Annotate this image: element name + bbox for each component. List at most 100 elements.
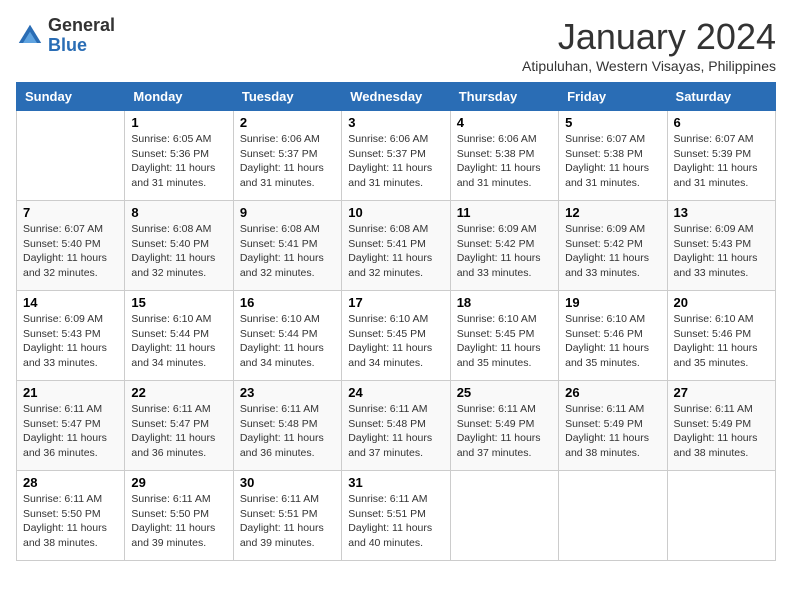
calendar-day-cell: 13 Sunrise: 6:09 AMSunset: 5:43 PMDayligh…	[667, 201, 775, 291]
day-info: Sunrise: 6:06 AMSunset: 5:37 PMDaylight:…	[240, 132, 335, 191]
weekday-header-cell: Friday	[559, 83, 667, 111]
day-number: 13	[674, 205, 769, 220]
day-number: 9	[240, 205, 335, 220]
day-number: 8	[131, 205, 226, 220]
day-number: 31	[348, 475, 443, 490]
day-number: 27	[674, 385, 769, 400]
day-number: 10	[348, 205, 443, 220]
day-number: 19	[565, 295, 660, 310]
calendar-day-cell: 26Sunrise: 6:11 AMSunset: 5:49 PMDayligh…	[559, 381, 667, 471]
calendar-day-cell: 5Sunrise: 6:07 AMSunset: 5:38 PMDaylight…	[559, 111, 667, 201]
day-info: Sunrise: 6:11 AMSunset: 5:48 PMDaylight:…	[348, 402, 443, 461]
calendar-day-cell: 20 Sunrise: 6:10 AMSunset: 5:46 PMDayligh…	[667, 291, 775, 381]
day-info: Sunrise: 6:08 AMSunset: 5:41 PMDaylight:…	[240, 222, 335, 281]
calendar-week-row: 1Sunrise: 6:05 AMSunset: 5:36 PMDaylight…	[17, 111, 776, 201]
day-info: Sunrise: 6:10 AMSunset: 5:46 PMDaylight:…	[565, 312, 660, 371]
weekday-header-cell: Wednesday	[342, 83, 450, 111]
day-info: Sunrise: 6:10 AMSunset: 5:45 PMDaylight:…	[457, 312, 552, 371]
calendar-day-cell	[559, 471, 667, 561]
title-block: January 2024 Atipuluhan, Western Visayas…	[522, 16, 776, 74]
day-info: Sunrise: 6:08 AMSunset: 5:40 PMDaylight:…	[131, 222, 226, 281]
day-info: Sunrise: 6:07 AMSunset: 5:40 PMDaylight:…	[23, 222, 118, 281]
day-number: 21	[23, 385, 118, 400]
calendar-day-cell	[450, 471, 558, 561]
day-number: 7	[23, 205, 118, 220]
calendar-day-cell: 9 Sunrise: 6:08 AMSunset: 5:41 PMDaylight…	[233, 201, 341, 291]
calendar-day-cell: 21 Sunrise: 6:11 AMSunset: 5:47 PMDayligh…	[17, 381, 125, 471]
calendar-day-cell: 22Sunrise: 6:11 AMSunset: 5:47 PMDayligh…	[125, 381, 233, 471]
day-number: 4	[457, 115, 552, 130]
calendar-day-cell: 31 Sunrise: 6:11 AMSunset: 5:51 PMDayligh…	[342, 471, 450, 561]
calendar-day-cell: 16 Sunrise: 6:10 AMSunset: 5:44 PMDayligh…	[233, 291, 341, 381]
calendar-day-cell: 2Sunrise: 6:06 AMSunset: 5:37 PMDaylight…	[233, 111, 341, 201]
day-info: Sunrise: 6:08 AMSunset: 5:41 PMDaylight:…	[348, 222, 443, 281]
calendar-day-cell: 19 Sunrise: 6:10 AMSunset: 5:46 PMDayligh…	[559, 291, 667, 381]
weekday-header-cell: Tuesday	[233, 83, 341, 111]
day-info: Sunrise: 6:06 AMSunset: 5:37 PMDaylight:…	[348, 132, 443, 191]
day-number: 26	[565, 385, 660, 400]
day-number: 11	[457, 205, 552, 220]
calendar-week-row: 14Sunrise: 6:09 AMSunset: 5:43 PMDayligh…	[17, 291, 776, 381]
calendar-day-cell: 3Sunrise: 6:06 AMSunset: 5:37 PMDaylight…	[342, 111, 450, 201]
logo-text: General Blue	[48, 16, 115, 56]
weekday-header-cell: Saturday	[667, 83, 775, 111]
day-number: 18	[457, 295, 552, 310]
calendar-day-cell: 18 Sunrise: 6:10 AMSunset: 5:45 PMDayligh…	[450, 291, 558, 381]
day-info: Sunrise: 6:10 AMSunset: 5:44 PMDaylight:…	[240, 312, 335, 371]
calendar-title: January 2024	[522, 16, 776, 58]
day-number: 29	[131, 475, 226, 490]
calendar-subtitle: Atipuluhan, Western Visayas, Philippines	[522, 58, 776, 74]
day-info: Sunrise: 6:10 AMSunset: 5:46 PMDaylight:…	[674, 312, 769, 371]
calendar-day-cell: 4 Sunrise: 6:06 AMSunset: 5:38 PMDaylight…	[450, 111, 558, 201]
logo-icon	[16, 22, 44, 50]
calendar-day-cell	[667, 471, 775, 561]
day-number: 16	[240, 295, 335, 310]
day-info: Sunrise: 6:11 AMSunset: 5:50 PMDaylight:…	[131, 492, 226, 551]
calendar-day-cell: 11 Sunrise: 6:09 AMSunset: 5:42 PMDayligh…	[450, 201, 558, 291]
day-info: Sunrise: 6:11 AMSunset: 5:51 PMDaylight:…	[240, 492, 335, 551]
day-info: Sunrise: 6:11 AMSunset: 5:47 PMDaylight:…	[131, 402, 226, 461]
day-number: 28	[23, 475, 118, 490]
logo: General Blue	[16, 16, 115, 56]
weekday-header-cell: Monday	[125, 83, 233, 111]
day-info: Sunrise: 6:11 AMSunset: 5:49 PMDaylight:…	[674, 402, 769, 461]
day-number: 24	[348, 385, 443, 400]
calendar-table: SundayMondayTuesdayWednesdayThursdayFrid…	[16, 82, 776, 561]
day-info: Sunrise: 6:11 AMSunset: 5:50 PMDaylight:…	[23, 492, 118, 551]
day-number: 17	[348, 295, 443, 310]
calendar-week-row: 28 Sunrise: 6:11 AMSunset: 5:50 PMDayligh…	[17, 471, 776, 561]
day-number: 6	[674, 115, 769, 130]
calendar-week-row: 7 Sunrise: 6:07 AMSunset: 5:40 PMDaylight…	[17, 201, 776, 291]
calendar-day-cell: 29 Sunrise: 6:11 AMSunset: 5:50 PMDayligh…	[125, 471, 233, 561]
day-number: 20	[674, 295, 769, 310]
weekday-header-row: SundayMondayTuesdayWednesdayThursdayFrid…	[17, 83, 776, 111]
calendar-day-cell: 28 Sunrise: 6:11 AMSunset: 5:50 PMDayligh…	[17, 471, 125, 561]
calendar-day-cell: 1Sunrise: 6:05 AMSunset: 5:36 PMDaylight…	[125, 111, 233, 201]
day-info: Sunrise: 6:11 AMSunset: 5:48 PMDaylight:…	[240, 402, 335, 461]
day-info: Sunrise: 6:09 AMSunset: 5:43 PMDaylight:…	[674, 222, 769, 281]
calendar-week-row: 21 Sunrise: 6:11 AMSunset: 5:47 PMDayligh…	[17, 381, 776, 471]
day-number: 30	[240, 475, 335, 490]
weekday-header-cell: Thursday	[450, 83, 558, 111]
calendar-day-cell: 14Sunrise: 6:09 AMSunset: 5:43 PMDayligh…	[17, 291, 125, 381]
weekday-header-cell: Sunday	[17, 83, 125, 111]
day-number: 25	[457, 385, 552, 400]
calendar-body: 1Sunrise: 6:05 AMSunset: 5:36 PMDaylight…	[17, 111, 776, 561]
day-info: Sunrise: 6:11 AMSunset: 5:51 PMDaylight:…	[348, 492, 443, 551]
calendar-day-cell: 12Sunrise: 6:09 AMSunset: 5:42 PMDayligh…	[559, 201, 667, 291]
day-info: Sunrise: 6:09 AMSunset: 5:42 PMDaylight:…	[565, 222, 660, 281]
day-info: Sunrise: 6:07 AMSunset: 5:38 PMDaylight:…	[565, 132, 660, 191]
calendar-day-cell: 17Sunrise: 6:10 AMSunset: 5:45 PMDayligh…	[342, 291, 450, 381]
day-info: Sunrise: 6:07 AMSunset: 5:39 PMDaylight:…	[674, 132, 769, 191]
calendar-day-cell: 23 Sunrise: 6:11 AMSunset: 5:48 PMDayligh…	[233, 381, 341, 471]
day-info: Sunrise: 6:09 AMSunset: 5:42 PMDaylight:…	[457, 222, 552, 281]
day-info: Sunrise: 6:09 AMSunset: 5:43 PMDaylight:…	[23, 312, 118, 371]
calendar-day-cell: 6 Sunrise: 6:07 AMSunset: 5:39 PMDaylight…	[667, 111, 775, 201]
day-number: 23	[240, 385, 335, 400]
day-info: Sunrise: 6:06 AMSunset: 5:38 PMDaylight:…	[457, 132, 552, 191]
calendar-day-cell: 24 Sunrise: 6:11 AMSunset: 5:48 PMDayligh…	[342, 381, 450, 471]
day-info: Sunrise: 6:11 AMSunset: 5:47 PMDaylight:…	[23, 402, 118, 461]
calendar-day-cell: 7 Sunrise: 6:07 AMSunset: 5:40 PMDaylight…	[17, 201, 125, 291]
day-info: Sunrise: 6:05 AMSunset: 5:36 PMDaylight:…	[131, 132, 226, 191]
page-header: General Blue January 2024 Atipuluhan, We…	[16, 16, 776, 74]
